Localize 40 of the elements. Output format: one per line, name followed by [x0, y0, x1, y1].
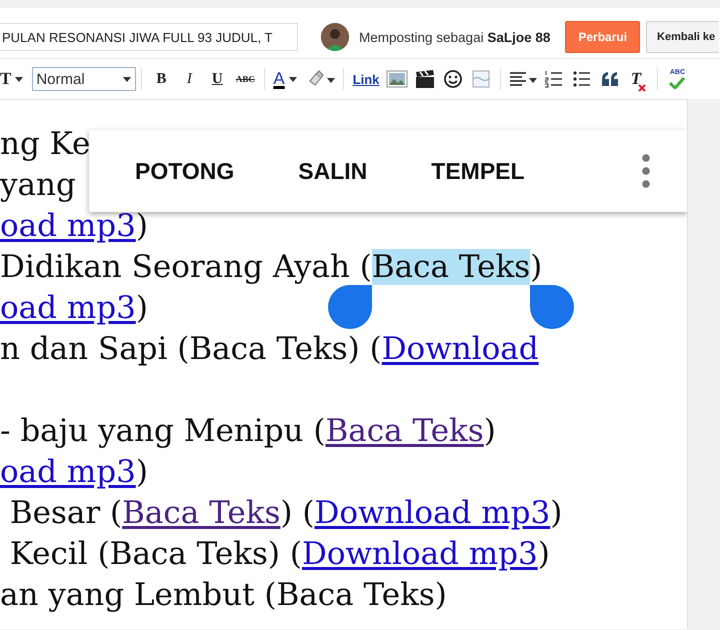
- underline-button[interactable]: U: [206, 66, 228, 92]
- text-line: - baju yang Menipu (Baca Teks): [0, 413, 496, 451]
- font-button[interactable]: T: [0, 66, 28, 92]
- menu-item[interactable]: TEMPEL: [415, 146, 541, 196]
- author-label: Memposting sebagai SaLjoe 88: [359, 30, 550, 44]
- clear-format-button[interactable]: T: [627, 64, 650, 94]
- text-line: oad mp3): [0, 290, 148, 328]
- text-link[interactable]: Download: [382, 331, 539, 367]
- format-select[interactable]: Normal: [32, 67, 136, 91]
- text-link[interactable]: Baca Teks: [325, 413, 484, 449]
- text-link[interactable]: Baca Teks: [122, 495, 280, 531]
- cross-icon: [638, 84, 646, 92]
- text-line: Kecil (Baca Teks) (Download mp3): [8, 536, 550, 574]
- menu-item[interactable]: POTONG: [119, 146, 250, 196]
- text-link[interactable]: oad mp3: [0, 290, 136, 326]
- text-link[interactable]: oad mp3: [0, 454, 136, 490]
- back-button[interactable]: Kembali ke: [646, 21, 720, 53]
- text-link[interactable]: Download mp3: [314, 495, 550, 531]
- menu-item[interactable]: SALIN: [282, 146, 384, 196]
- strikethrough-button[interactable]: ABC: [234, 66, 256, 92]
- text-line: ng Ke: [0, 126, 90, 164]
- selection-handle[interactable]: [328, 285, 372, 329]
- bold-button[interactable]: B: [150, 66, 172, 92]
- text-line: oad mp3): [0, 454, 148, 492]
- avatar-icon: [321, 23, 349, 51]
- text-line: oad mp3): [0, 208, 148, 246]
- more-icon[interactable]: [642, 154, 650, 188]
- text-line: Didikan Seorang Ayah (Baca Teks): [0, 249, 542, 290]
- link-button[interactable]: Link: [352, 72, 380, 86]
- text-line: yang: [0, 167, 76, 205]
- checkmark-icon: [669, 77, 686, 89]
- text-link[interactable]: oad mp3: [0, 208, 136, 244]
- text-line: Besar (Baca Teks) (Download mp3): [8, 495, 562, 533]
- text-link[interactable]: Download mp3: [302, 536, 538, 572]
- selection-handle[interactable]: [530, 285, 574, 329]
- text-line: n dan Sapi (Baca Teks) (Download: [0, 331, 539, 369]
- italic-button[interactable]: I: [178, 66, 200, 92]
- text-line: an yang Lembut (Baca Teks): [0, 577, 447, 615]
- text-color-button[interactable]: A: [273, 66, 301, 92]
- post-title-field[interactable]: PULAN RESONANSI JIWA FULL 93 JUDUL, T: [0, 23, 298, 51]
